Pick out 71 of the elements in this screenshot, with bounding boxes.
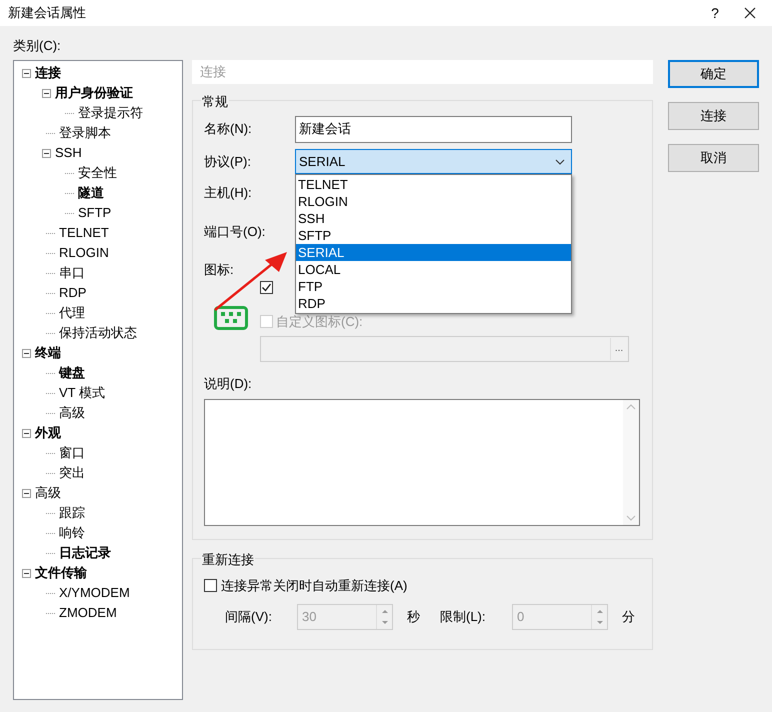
tree-item[interactable]: 窗口 [59, 443, 85, 463]
tree-item[interactable]: 跟踪 [59, 503, 85, 523]
tree-item[interactable]: 登录提示符 [78, 103, 143, 123]
tree-item[interactable]: 登录脚本 [59, 123, 111, 143]
tree-item[interactable]: 键盘 [59, 363, 85, 383]
field-label: 限制(L): [440, 608, 486, 626]
field-label: 名称(N): [204, 120, 253, 138]
collapse-icon[interactable] [22, 488, 31, 498]
field-label: 说明(D): [204, 374, 253, 393]
tree-item[interactable]: 响铃 [59, 523, 85, 543]
checkbox-label: 自定义图标(C): [276, 313, 363, 331]
tree-item[interactable]: 日志记录 [59, 543, 111, 563]
chevron-down-icon [555, 158, 565, 164]
collapse-icon[interactable] [22, 68, 31, 78]
category-label: 类别(C): [13, 37, 62, 55]
tree-item[interactable]: 串口 [59, 263, 85, 283]
tree-item[interactable]: 文件传输 [35, 563, 87, 583]
field-label: 图标: [204, 261, 234, 279]
dialog-button[interactable]: 确定 [668, 60, 759, 88]
tree-item[interactable]: RDP [59, 283, 86, 303]
collapse-icon[interactable] [42, 88, 51, 98]
tree-item[interactable]: 保持活动状态 [59, 323, 137, 343]
dialog-button[interactable]: 取消 [668, 144, 759, 172]
unit-label: 分 [622, 608, 635, 626]
dropdown-option[interactable]: LOCAL [296, 261, 571, 278]
tree-item[interactable]: 高级 [59, 403, 85, 423]
page-title: 连接 [200, 63, 226, 82]
tree-item[interactable]: 外观 [35, 423, 61, 443]
tree-item[interactable]: 隧道 [78, 183, 104, 203]
description-field[interactable] [204, 398, 640, 526]
dropdown-option[interactable]: SFTP [296, 227, 571, 244]
tree-item[interactable]: 连接 [35, 63, 61, 83]
tree-item[interactable]: TELNET [59, 223, 109, 243]
tree-item[interactable]: 代理 [59, 303, 85, 323]
tree-item[interactable]: X/YMODEM [59, 583, 130, 603]
name-field[interactable]: 新建会话 [295, 116, 572, 142]
dropdown-option[interactable]: SERIAL [296, 244, 571, 261]
dropdown-option[interactable]: SSH [296, 210, 571, 227]
collapse-icon[interactable] [22, 348, 31, 358]
tree-item[interactable]: ZMODEM [59, 603, 117, 623]
field-label: 主机(H): [204, 184, 252, 202]
unit-label: 秒 [407, 608, 420, 626]
help-button[interactable]: ? [700, 2, 730, 24]
checkbox[interactable] [204, 579, 217, 592]
tree-item[interactable]: VT 模式 [59, 383, 105, 403]
serial-port-icon [214, 306, 248, 330]
dialog-button[interactable]: 连接 [668, 102, 759, 130]
dropdown-option[interactable]: FTP [296, 278, 571, 295]
protocol-dropdown[interactable]: SERIAL [295, 149, 572, 174]
tree-item[interactable]: 终端 [35, 343, 61, 363]
dropdown-option[interactable]: TELNET [296, 176, 571, 193]
collapse-icon[interactable] [42, 148, 51, 158]
tree-item[interactable]: SSH [55, 143, 82, 163]
dropdown-option[interactable]: RLOGIN [296, 193, 571, 210]
tree-item[interactable]: 用户身份验证 [55, 83, 133, 103]
checkbox[interactable] [260, 281, 273, 294]
dropdown-option[interactable]: RDP [296, 295, 571, 312]
field-label: 协议(P): [204, 152, 252, 171]
window-title: 新建会话属性 [8, 4, 87, 22]
tree-item[interactable]: SFTP [78, 203, 112, 223]
tree-item[interactable]: 突出 [59, 463, 85, 483]
tree-item[interactable]: 高级 [35, 483, 61, 503]
checkbox-label: 连接异常关闭时自动重新连接(A) [221, 577, 408, 595]
collapse-icon[interactable] [22, 568, 31, 578]
tree-item[interactable]: 安全性 [78, 163, 117, 183]
tree-item[interactable]: RLOGIN [59, 243, 109, 263]
field-label: 间隔(V): [225, 608, 273, 626]
close-icon[interactable] [744, 7, 756, 19]
collapse-icon[interactable] [22, 428, 31, 438]
category-tree[interactable]: 连接 用户身份验证 登录提示符 登录脚本 SSH 安全性 隧道 SFTP TELNET RLOGIN 串口 RDP 代理 保持活动状态 终端 键盘 VT 模式 高级 外观 窗口 突出 高级 跟踪 响铃 日志记录 文件传输 X/YMODEM ZMODEM [13, 60, 183, 700]
field-label: 端口号(O): [204, 223, 266, 241]
